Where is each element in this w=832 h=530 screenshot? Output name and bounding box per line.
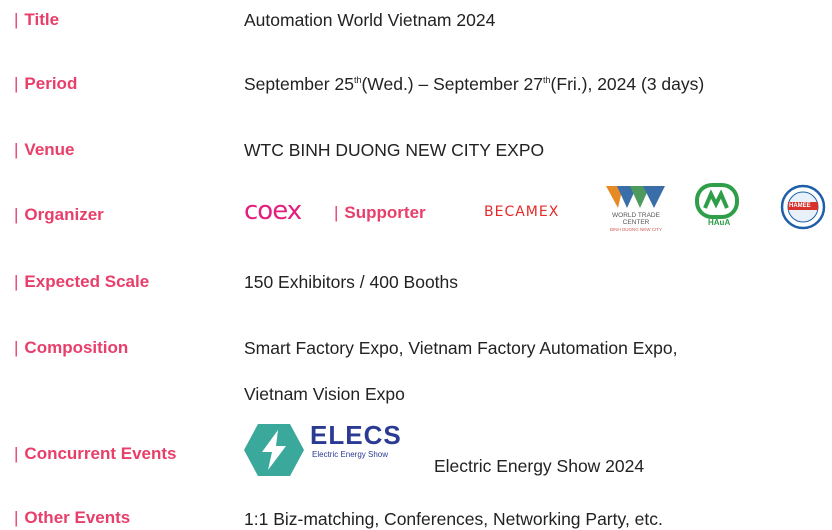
composition-line1: Smart Factory Expo, Vietnam Factory Auto…: [244, 338, 678, 358]
label-bar: |: [14, 74, 19, 93]
period-value: September 25th(Wed.) – September 27th(Fr…: [244, 74, 704, 95]
other-label: | Other Events: [14, 508, 130, 528]
label-bar: |: [14, 272, 19, 291]
other-value: 1:1 Biz-matching, Conferences, Networkin…: [244, 509, 663, 529]
composition-line2: Vietnam Vision Expo: [244, 384, 405, 404]
composition-label-text: Composition: [24, 338, 129, 357]
period-start: September 25: [244, 74, 354, 94]
concurrent-value: Electric Energy Show 2024: [434, 456, 645, 476]
supporter-label-text: Supporter: [344, 203, 426, 222]
organizer-label: | Organizer: [14, 205, 104, 225]
becamex-logo: BECAMEX: [484, 204, 560, 220]
label-bar: |: [14, 508, 19, 527]
period-mid: (Wed.) – September 27: [361, 74, 544, 94]
period-label: | Period: [14, 74, 77, 94]
venue-label-text: Venue: [24, 140, 75, 159]
concurrent-label-text: Concurrent Events: [24, 444, 177, 463]
label-bar: |: [14, 205, 19, 224]
title-label-text: Title: [24, 10, 60, 29]
label-bar: |: [14, 338, 19, 357]
wtc-logo: WORLD TRADE CENTER BINH DUONG NEW CITY: [603, 182, 671, 232]
period-end: (Fri.), 2024 (3 days): [550, 74, 705, 94]
label-bar: |: [14, 140, 19, 159]
scale-label-text: Expected Scale: [24, 272, 150, 291]
row-organizer: | Organizer coex | Supporter BECAMEX WORLD…: [0, 176, 832, 232]
elecs-subtitle: Electric Energy Show: [312, 450, 389, 459]
organizer-label-text: Organizer: [24, 205, 104, 224]
other-label-text: Other Events: [24, 508, 131, 527]
elecs-logo-mark: [242, 422, 308, 478]
haua-logo: HAuA: [692, 180, 744, 232]
period-end-sup: th: [543, 75, 551, 86]
supporter-label: | Supporter: [334, 203, 426, 223]
scale-value: 150 Exhibitors / 400 Booths: [244, 272, 459, 292]
title-label: | Title: [14, 10, 59, 30]
period-label-text: Period: [24, 74, 78, 93]
composition-label: | Composition: [14, 338, 128, 358]
wtc-text: WORLD TRADE CENTER BINH DUONG NEW CITY: [601, 212, 671, 233]
concurrent-label: | Concurrent Events: [14, 444, 177, 464]
wtc-line1: WORLD TRADE: [612, 212, 660, 219]
venue-label: | Venue: [14, 140, 75, 160]
elecs-wordmark: ELECS: [310, 420, 402, 450]
label-bar: |: [14, 10, 19, 29]
haua-text: HAuA: [708, 218, 731, 227]
wtc-line2: CENTER: [622, 219, 650, 226]
lightning-hexagon-icon: [244, 424, 304, 476]
scale-label: | Expected Scale: [14, 272, 149, 292]
venue-value: WTC BINH DUONG NEW CITY EXPO: [244, 140, 545, 160]
hamee-logo: HAMEE: [780, 184, 830, 230]
row-concurrent: | Concurrent Events ELECS Electric Energy…: [0, 420, 832, 480]
label-bar: |: [14, 444, 19, 463]
hamee-text: HAMEE: [789, 203, 811, 209]
label-bar: |: [334, 203, 339, 222]
coex-logo: coex: [244, 196, 302, 226]
title-value: Automation World Vietnam 2024: [244, 10, 496, 30]
wtc-line3: BINH DUONG NEW CITY: [609, 227, 662, 232]
globe-icon: [606, 186, 665, 208]
